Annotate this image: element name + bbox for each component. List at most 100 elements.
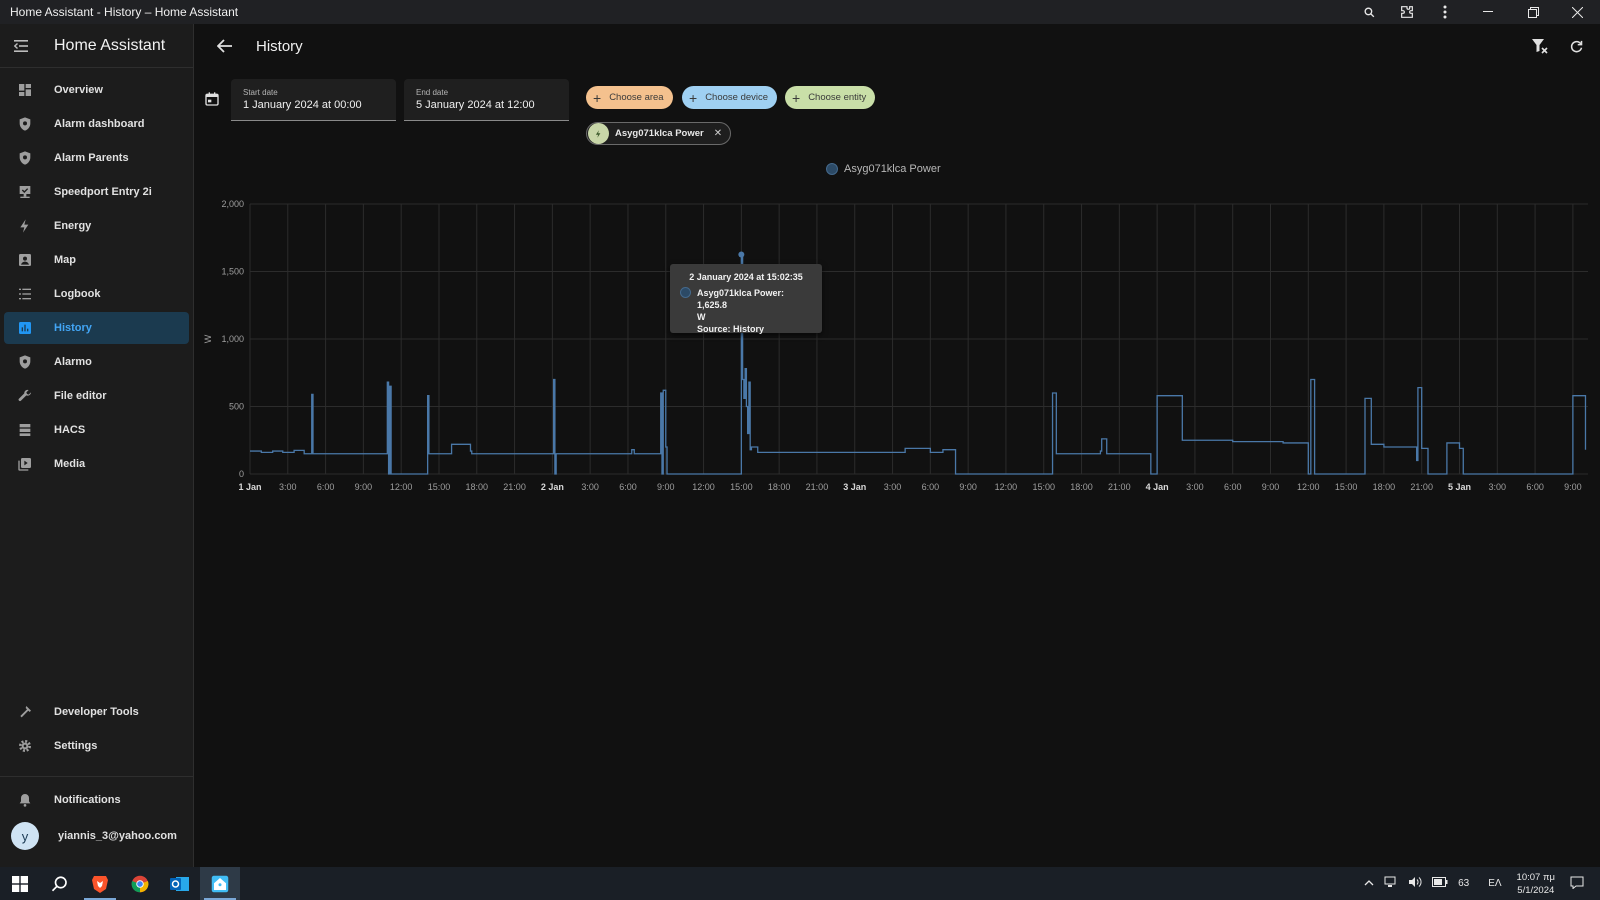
tooltip-unit: W <box>697 312 706 322</box>
chevron-up-icon[interactable] <box>1364 878 1374 889</box>
lightning-bolt-icon <box>588 123 609 144</box>
sidebar-item-developer-tools[interactable]: Developer Tools <box>4 696 190 728</box>
battery-icon[interactable] <box>1432 877 1448 890</box>
system-tray: 63 EΛ 10:07 πμ 5/1/2024 <box>1359 867 1600 900</box>
sidebar-item-logbook[interactable]: Logbook <box>4 278 189 310</box>
choose-area-chip[interactable]: + Choose area <box>586 86 673 109</box>
tooltip-row: Asyg071klca Power: 1,625.8 W Source: His… <box>680 287 812 335</box>
x-tick-label: 12:00 <box>692 482 715 492</box>
plus-icon: + <box>593 89 602 106</box>
sidebar-item-alarmo[interactable]: Alarmo <box>4 346 189 378</box>
y-axis-label: W <box>203 334 213 343</box>
x-tick-label: 12:00 <box>390 482 413 492</box>
x-tick-label: 9:00 <box>657 482 675 492</box>
bell-icon <box>14 789 36 811</box>
sidebar-item-history[interactable]: History <box>4 312 189 344</box>
x-tick-label: 1 Jan <box>238 482 261 492</box>
windows-start-icon[interactable] <box>0 867 40 900</box>
sidebar-item-energy[interactable]: Energy <box>4 210 189 242</box>
x-tick-label: 18:00 <box>1373 482 1396 492</box>
start-date-label: Start date <box>243 88 278 97</box>
calendar-icon[interactable] <box>204 91 220 112</box>
shield-icon <box>14 147 36 169</box>
sidebar-item-alarm-parents[interactable]: Alarm Parents <box>4 142 189 174</box>
menu-collapse-icon[interactable] <box>0 39 44 52</box>
sidebar-item-label: Developer Tools <box>54 706 139 718</box>
x-tick-label: 15:00 <box>730 482 753 492</box>
tooltip-title: 2 January 2024 at 15:02:35 <box>689 272 803 282</box>
selected-entity-label: Asyg071klca Power <box>615 128 704 139</box>
tooltip-value: Asyg071klca Power: 1,625.8 <box>697 288 785 310</box>
taskbar-clock[interactable]: 10:07 πμ 5/1/2024 <box>1517 871 1555 897</box>
sidebar-item-label: Speedport Entry 2i <box>54 186 152 198</box>
home-assistant-app-icon[interactable] <box>200 867 240 900</box>
outlook-icon[interactable] <box>160 867 200 900</box>
x-tick-label: 2 Jan <box>541 482 564 492</box>
y-tick-label: 1,500 <box>221 267 244 277</box>
close-window-icon[interactable] <box>1554 0 1600 24</box>
x-tick-label: 4 Jan <box>1146 482 1169 492</box>
start-date-field[interactable]: Start date 1 January 2024 at 00:00 <box>231 79 396 121</box>
shield-icon <box>14 113 36 135</box>
x-tick-label: 5 Jan <box>1448 482 1471 492</box>
hammer-icon <box>14 701 36 723</box>
sidebar-item-settings[interactable]: Settings <box>4 730 190 762</box>
extensions-icon[interactable] <box>1388 0 1426 24</box>
sidebar-item-file-editor[interactable]: File editor <box>4 380 189 412</box>
refresh-icon[interactable] <box>1558 39 1594 54</box>
filter-remove-icon[interactable] <box>1522 38 1558 54</box>
sidebar-item-hacs[interactable]: HACS <box>4 414 189 446</box>
x-tick-label: 15:00 <box>1335 482 1358 492</box>
sidebar-item-media[interactable]: Media <box>4 448 189 480</box>
choose-device-chip[interactable]: + Choose device <box>682 86 778 109</box>
end-date-label: End date <box>416 88 449 97</box>
x-tick-label: 21:00 <box>1108 482 1131 492</box>
gear-icon <box>14 735 36 757</box>
y-tick-label: 500 <box>229 402 244 412</box>
choose-entity-chip[interactable]: + Choose entity <box>785 86 876 109</box>
choose-entity-label: Choose entity <box>808 92 867 103</box>
sidebar-item-label: HACS <box>54 424 86 436</box>
sidebar-item-overview[interactable]: Overview <box>4 74 189 106</box>
search-icon[interactable] <box>1350 0 1388 24</box>
sidebar-item-label: Logbook <box>54 288 101 300</box>
sidebar-item-notifications[interactable]: Notifications <box>4 784 190 816</box>
chart-box-icon <box>14 317 36 339</box>
search-icon[interactable] <box>40 867 80 900</box>
tooltip-swatch <box>680 287 691 298</box>
remove-entity-icon[interactable]: ✕ <box>714 128 722 139</box>
sidebar-divider <box>0 776 194 777</box>
more-vert-icon[interactable] <box>1426 0 1464 24</box>
router-icon <box>14 181 36 203</box>
x-tick-label: 21:00 <box>806 482 829 492</box>
end-date-field[interactable]: End date 5 January 2024 at 12:00 <box>404 79 569 121</box>
sidebar-item-label: Alarmo <box>54 356 92 368</box>
avatar: y <box>11 822 39 850</box>
sidebar-item-alarm-dashboard[interactable]: Alarm dashboard <box>4 108 189 140</box>
x-tick-label: 3:00 <box>1186 482 1204 492</box>
volume-icon[interactable] <box>1408 876 1422 891</box>
x-tick-label: 21:00 <box>503 482 526 492</box>
brave-browser-icon[interactable] <box>80 867 120 900</box>
selected-entity-chip[interactable]: Asyg071klca Power ✕ <box>586 122 732 145</box>
notification-center-icon[interactable] <box>1570 876 1584 892</box>
x-tick-label: 3 Jan <box>843 482 866 492</box>
x-tick-label: 18:00 <box>466 482 489 492</box>
sidebar-item-label: Media <box>54 458 86 470</box>
chrome-icon[interactable] <box>120 867 160 900</box>
sidebar-item-map[interactable]: Map <box>4 244 189 276</box>
tooltip-body: Asyg071klca Power: 1,625.8 W Source: His… <box>697 287 812 335</box>
sidebar-item-profile[interactable]: y yiannis_3@yahoo.com <box>4 818 190 854</box>
chart-svg[interactable]: 0 500 1,000 1,500 2,000 1 Jan 3:00 6:00 9:00 12:0… <box>194 154 1600 514</box>
x-tick-label: 18:00 <box>768 482 791 492</box>
series-line <box>250 253 1587 475</box>
back-arrow-icon[interactable] <box>208 39 242 53</box>
minimize-icon[interactable] <box>1464 0 1512 24</box>
sidebar-item-speedport[interactable]: Speedport Entry 2i <box>4 176 189 208</box>
end-date-value: 5 January 2024 at 12:00 <box>416 99 535 111</box>
restore-icon[interactable] <box>1512 0 1554 24</box>
network-icon[interactable] <box>1384 876 1398 891</box>
language-indicator[interactable]: EΛ <box>1488 878 1501 889</box>
x-tick-label: 18:00 <box>1070 482 1093 492</box>
x-tick-label: 3:00 <box>279 482 297 492</box>
